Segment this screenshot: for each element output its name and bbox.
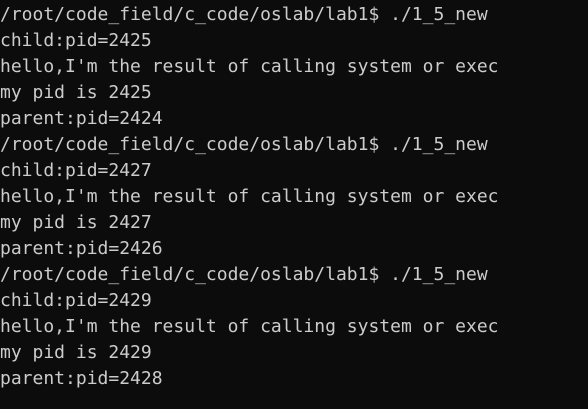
output-line: child:pid=2427 (0, 160, 152, 181)
output-line: my pid is 2427 (0, 212, 152, 233)
output-line: hello,I'm the result of calling system o… (0, 186, 499, 207)
prompt-line: /root/code_field/c_code/oslab/lab1$ ./1_… (0, 264, 488, 285)
terminal-output[interactable]: /root/code_field/c_code/oslab/lab1$ ./1_… (0, 0, 588, 409)
output-line: child:pid=2425 (0, 30, 152, 51)
output-line: hello,I'm the result of calling system o… (0, 316, 499, 337)
output-line: parent:pid=2428 (0, 368, 163, 389)
output-line: parent:pid=2424 (0, 108, 163, 129)
output-line: child:pid=2429 (0, 290, 152, 311)
prompt-line: /root/code_field/c_code/oslab/lab1$ ./1_… (0, 4, 488, 25)
output-line: my pid is 2425 (0, 82, 152, 103)
output-line: hello,I'm the result of calling system o… (0, 56, 499, 77)
prompt-line: /root/code_field/c_code/oslab/lab1$ ./1_… (0, 134, 488, 155)
output-line: parent:pid=2426 (0, 238, 163, 259)
output-line: my pid is 2429 (0, 342, 152, 363)
